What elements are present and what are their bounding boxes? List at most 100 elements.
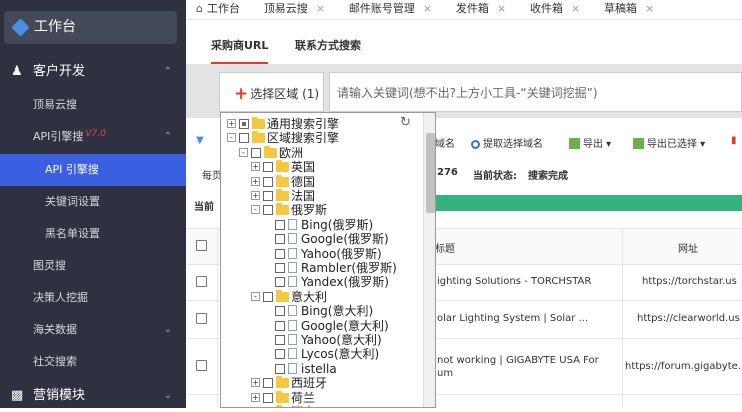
select-region-button[interactable]: + 选择区域 (1) bbox=[219, 72, 324, 112]
sidebar-group-marketing[interactable]: ▩ 营销模块 ⌄ bbox=[0, 380, 186, 412]
tab-outbox[interactable]: 发件箱 × bbox=[446, 0, 516, 19]
sidebar-item-api-search[interactable]: API 引擎搜 bbox=[0, 154, 186, 186]
export-button[interactable]: 导出 ▾ bbox=[569, 135, 611, 150]
tree-checkbox[interactable] bbox=[251, 147, 261, 158]
tree-checkbox[interactable] bbox=[263, 378, 273, 389]
tree-node[interactable]: - 欧洲 bbox=[221, 145, 421, 160]
tree-checkbox[interactable] bbox=[263, 205, 273, 216]
tree-checkbox[interactable] bbox=[275, 349, 285, 360]
row-checkbox[interactable] bbox=[196, 360, 207, 371]
close-icon[interactable]: × bbox=[423, 2, 432, 15]
close-icon[interactable]: × bbox=[316, 2, 325, 15]
tree-checkbox[interactable] bbox=[275, 219, 285, 230]
sidebar-group-customer-dev[interactable]: ♟ 客户开发 ⌃ bbox=[0, 56, 186, 88]
expand-icon[interactable]: + bbox=[251, 191, 260, 200]
expand-icon[interactable]: + bbox=[227, 119, 236, 128]
tree-node[interactable]: - 意大利 bbox=[221, 289, 421, 304]
sidebar-workbench[interactable]: 工作台 bbox=[4, 11, 177, 44]
scrollbar-thumb[interactable] bbox=[426, 133, 435, 213]
tree-checkbox[interactable] bbox=[275, 277, 285, 288]
region-tree-dropdown[interactable]: ↻ + 通用搜索引擎 - 区域搜索引擎 - 欧洲 + 英国 + 德国 + 法国 - 俄罗斯 Bing(俄罗斯… bbox=[220, 112, 436, 408]
tree-checkbox[interactable] bbox=[275, 320, 285, 331]
tree-node[interactable]: Google(俄罗斯) bbox=[221, 232, 421, 246]
tree-checkbox[interactable] bbox=[239, 119, 249, 129]
sidebar-header-label: 工作台 bbox=[34, 19, 76, 35]
tree-checkbox[interactable] bbox=[275, 248, 285, 259]
tree-node[interactable]: Bing(意大利) bbox=[221, 304, 421, 318]
row-checkbox[interactable] bbox=[196, 313, 207, 324]
extract-domain-button[interactable]: 域名 bbox=[435, 135, 455, 150]
sidebar-item-customs-data[interactable]: 海关数据 ⌄ bbox=[0, 314, 186, 346]
extract-selected-domain-button[interactable]: 提取选择域名 bbox=[471, 135, 543, 150]
close-icon[interactable]: × bbox=[497, 2, 506, 15]
tab-workbench[interactable]: ⌂ 工作台 bbox=[186, 0, 250, 19]
expand-icon[interactable]: + bbox=[251, 378, 260, 388]
row-url[interactable]: https://forum.gigabyte. bbox=[625, 361, 742, 372]
tree-node[interactable]: - 俄罗斯 bbox=[221, 203, 421, 217]
tree-checkbox[interactable] bbox=[263, 191, 273, 201]
tree-node[interactable]: + 通用搜索引擎 bbox=[221, 117, 421, 131]
sidebar-item-dingyi-search[interactable]: 顶易云搜 bbox=[0, 89, 186, 121]
filter-icon[interactable]: ▼ bbox=[196, 135, 204, 146]
expand-icon[interactable]: + bbox=[251, 392, 260, 402]
close-icon[interactable]: × bbox=[571, 2, 580, 15]
collapse-icon[interactable]: - bbox=[251, 291, 260, 301]
tree-node-label: Rambler(俄罗斯) bbox=[301, 261, 397, 275]
sidebar-item-blacklist[interactable]: 黑名单设置 bbox=[0, 218, 186, 250]
expand-icon[interactable]: + bbox=[251, 162, 260, 172]
tree-node[interactable]: Google(意大利) bbox=[221, 319, 421, 333]
tree-node[interactable]: Lycos(意大利) bbox=[221, 347, 421, 361]
collapse-icon[interactable]: - bbox=[251, 205, 260, 215]
tree-checkbox[interactable] bbox=[263, 176, 273, 187]
tree-node[interactable]: istella bbox=[221, 362, 421, 376]
sidebar-item-keyword-settings[interactable]: 关键词设置 bbox=[0, 186, 186, 218]
tree-node[interactable]: Yahoo(俄罗斯) bbox=[221, 247, 421, 261]
close-icon[interactable]: × bbox=[645, 2, 654, 15]
search-icon bbox=[471, 140, 480, 149]
collapse-icon[interactable]: - bbox=[227, 133, 236, 143]
row-checkbox[interactable] bbox=[196, 276, 207, 287]
tree-checkbox[interactable] bbox=[275, 263, 285, 273]
select-all-checkbox[interactable] bbox=[196, 240, 207, 251]
tree-checkbox[interactable] bbox=[275, 335, 285, 345]
region-button-label: 选择区域 (1) bbox=[250, 87, 320, 101]
tree-node[interactable]: Bing(俄罗斯) bbox=[221, 218, 421, 232]
column-header-url: 网址 bbox=[678, 244, 698, 255]
tree-checkbox[interactable] bbox=[263, 392, 273, 403]
tree-node[interactable]: + 西班牙 bbox=[221, 376, 421, 390]
sidebar-item-decision-maker[interactable]: 决策人挖掘 bbox=[0, 282, 186, 314]
sidebar-item-api-engine[interactable]: API引擎搜 V7.0 ⌃ bbox=[0, 121, 186, 153]
tree-node[interactable]: + 英国 bbox=[221, 160, 421, 174]
tree-scrollbar[interactable] bbox=[423, 113, 435, 407]
tree-checkbox[interactable] bbox=[275, 306, 285, 317]
tab-dingyi[interactable]: 顶易云搜 × bbox=[254, 0, 335, 19]
row-url[interactable]: https://torchstar.us bbox=[642, 276, 742, 287]
tab-mail-accounts[interactable]: 邮件账号管理 × bbox=[339, 0, 442, 19]
tree-checkbox[interactable] bbox=[275, 234, 285, 245]
keyword-input[interactable]: 请输入关键词(想不出?上方小工具-“关键词挖掘”) bbox=[329, 72, 742, 112]
tree-node[interactable]: Yahoo(意大利) bbox=[221, 333, 421, 347]
tab-label: 发件箱 bbox=[455, 2, 489, 15]
tab-drafts[interactable]: 草稿箱 × bbox=[594, 0, 664, 19]
collapse-icon[interactable]: - bbox=[239, 147, 248, 157]
sidebar-item-social-search[interactable]: 社交搜索 bbox=[0, 346, 186, 378]
tree-node[interactable]: Rambler(俄罗斯) bbox=[221, 261, 421, 275]
tree-node[interactable]: + 法国 bbox=[221, 189, 421, 203]
tree-checkbox[interactable] bbox=[239, 133, 249, 144]
tree-checkbox[interactable] bbox=[275, 363, 285, 374]
export-selected-button[interactable]: 导出已选择 ▾ bbox=[633, 135, 705, 150]
tree-checkbox[interactable] bbox=[263, 162, 273, 173]
tab-inbox[interactable]: 收件箱 × bbox=[520, 0, 590, 19]
tree-node[interactable]: + 荷兰 bbox=[221, 390, 421, 405]
tree-node[interactable]: + 德国 bbox=[221, 174, 421, 189]
subtab-buyer-url[interactable]: 采购商URL bbox=[211, 37, 269, 64]
tree-node-label: 通用搜索引擎 bbox=[267, 117, 340, 131]
sidebar-item-turing-search[interactable]: 图灵搜 bbox=[0, 250, 186, 282]
delete-icon[interactable]: ▮ bbox=[731, 135, 737, 146]
tree-checkbox[interactable] bbox=[263, 291, 273, 302]
expand-icon[interactable]: + bbox=[251, 176, 260, 186]
subtab-contact-search[interactable]: 联系方式搜索 bbox=[295, 37, 361, 53]
tree-node[interactable]: Yandex(俄罗斯) bbox=[221, 275, 421, 289]
row-url[interactable]: https://clearworld.us bbox=[637, 313, 742, 324]
tree-node[interactable]: - 区域搜索引擎 bbox=[221, 131, 421, 145]
